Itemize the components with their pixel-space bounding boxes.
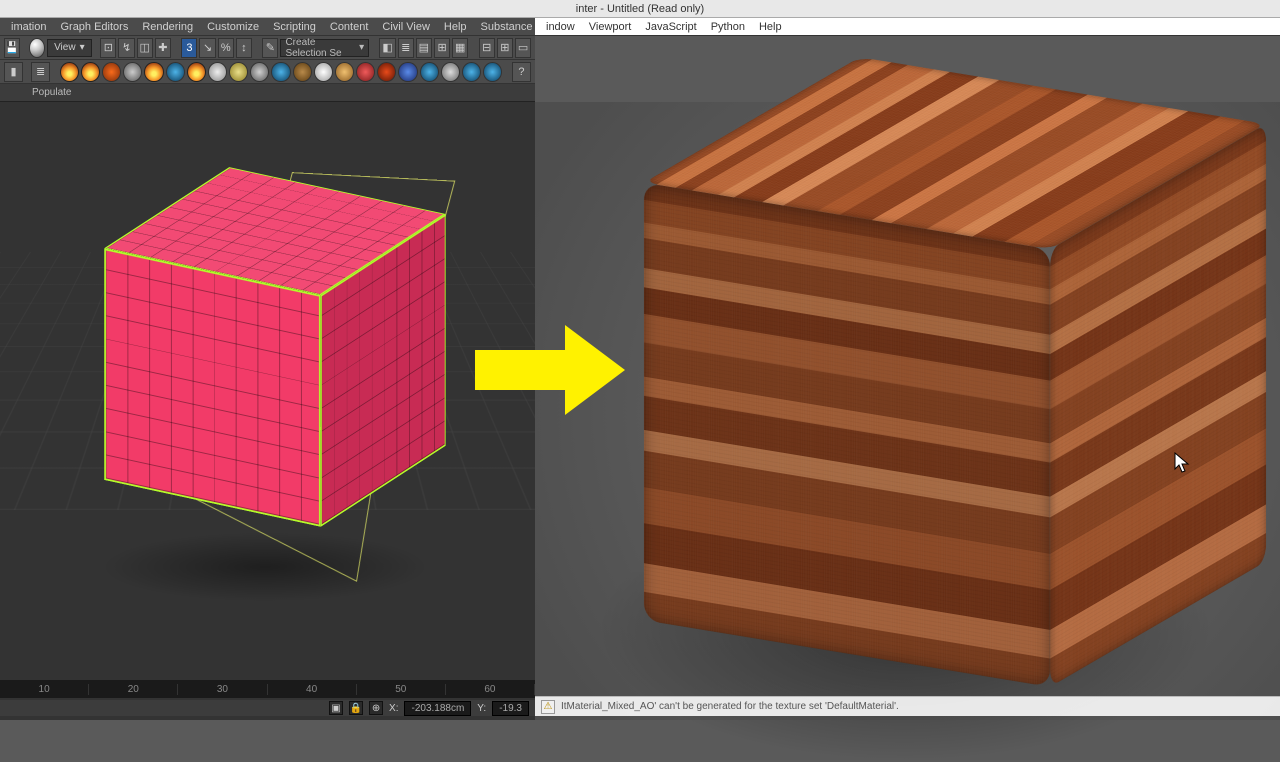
explosion-icon[interactable] — [102, 62, 121, 82]
steam-icon[interactable] — [250, 62, 269, 82]
tool-angle[interactable]: ↘ — [199, 38, 215, 58]
menubar-painter: indow Viewport JavaScript Python Help — [535, 18, 1280, 36]
view-dropdown-label: View — [54, 42, 76, 53]
menu-content[interactable]: Content — [323, 21, 376, 33]
menu-civil-view[interactable]: Civil View — [375, 21, 436, 33]
material-sphere-icon[interactable] — [29, 38, 45, 58]
water-1-icon[interactable] — [166, 62, 185, 82]
snap-icon[interactable]: ⊕ — [369, 701, 383, 715]
tick-60: 60 — [446, 684, 535, 695]
plugin-toolbar: ▮ ≣ ? — [0, 60, 535, 84]
menu-customize[interactable]: Customize — [200, 21, 266, 33]
save-icon[interactable]: 💾 — [4, 38, 20, 58]
lock-icon[interactable]: 🔒 — [349, 701, 363, 715]
menu-imation[interactable]: imation — [4, 21, 53, 33]
candle-icon[interactable] — [187, 62, 206, 82]
menu-substance[interactable]: Substance — [474, 21, 540, 33]
cube-shadow — [100, 532, 430, 602]
fire-1-icon[interactable] — [60, 62, 79, 82]
coord-y-label: Y: — [477, 703, 486, 714]
tool-edit[interactable]: ✎ — [262, 38, 278, 58]
menubar-3dsmax: imation Graph Editors Rendering Customiz… — [0, 18, 535, 36]
wood-cube[interactable] — [752, 120, 1158, 624]
view-dropdown[interactable]: View▾ — [47, 39, 92, 57]
wood-face-front — [644, 183, 1050, 687]
tick-50: 50 — [357, 684, 446, 695]
beer-icon[interactable] — [293, 62, 312, 82]
menu-scripting[interactable]: Scripting — [266, 21, 323, 33]
layout-panels-icon[interactable]: ▦ — [452, 38, 468, 58]
menu-viewport[interactable]: Viewport — [582, 21, 639, 33]
selection-set-dropdown[interactable]: Create Selection Se▾ — [280, 39, 369, 57]
menu-help[interactable]: Help — [437, 21, 474, 33]
waterfall-icon[interactable] — [462, 62, 481, 82]
ribbon-collapse-icon[interactable]: ▮ — [4, 62, 23, 82]
cube-face-front — [104, 248, 321, 527]
ribbon-tab-populate[interactable]: Populate — [32, 87, 71, 98]
layout-list1-icon[interactable]: ≣ — [398, 38, 414, 58]
wave-icon[interactable] — [483, 62, 502, 82]
menu-help-right[interactable]: Help — [752, 21, 789, 33]
foam-icon[interactable] — [441, 62, 460, 82]
coord-y-value[interactable]: -19.3 — [492, 701, 529, 716]
wireframe-cube[interactable] — [167, 208, 384, 487]
painter-status-bar: ⚠ ItMaterial_Mixed_AO' can't be generate… — [535, 696, 1280, 716]
tool-d[interactable]: ✚ — [155, 38, 171, 58]
help-icon[interactable]: ? — [512, 62, 531, 82]
menu-graph-editors[interactable]: Graph Editors — [53, 21, 135, 33]
tool-snap-3[interactable]: 3 — [181, 38, 197, 58]
layout-list2-icon[interactable]: ▤ — [416, 38, 432, 58]
tick-10: 10 — [0, 684, 89, 695]
layout-ex2-icon[interactable]: ⊞ — [497, 38, 513, 58]
dust-icon[interactable] — [229, 62, 248, 82]
fire-3-icon[interactable] — [144, 62, 163, 82]
ink-icon[interactable] — [398, 62, 417, 82]
fire-2-icon[interactable] — [81, 62, 100, 82]
warning-icon[interactable]: ⚠ — [541, 700, 555, 714]
painter-status-msg: ItMaterial_Mixed_AO' can't be generated … — [561, 701, 899, 712]
coffee-icon[interactable] — [314, 62, 333, 82]
ocean-icon[interactable] — [420, 62, 439, 82]
honey-icon[interactable] — [335, 62, 354, 82]
status-bar: ▣ 🔒 ⊕ X: -203.188cm Y: -19.3 — [0, 700, 535, 716]
smoke-icon[interactable] — [123, 62, 142, 82]
ribbon-tabs: Populate — [0, 84, 535, 102]
window-title: inter - Untitled (Read only) — [0, 0, 1280, 18]
layout-ex1-icon[interactable]: ⊟ — [479, 38, 495, 58]
tool-mirror[interactable]: ◧ — [379, 38, 395, 58]
yellow-arrow-overlay — [470, 320, 630, 420]
isolate-icon[interactable]: ▣ — [329, 701, 343, 715]
main-toolbar: 💾 View▾ ⊡ ↯ ◫ ✚ 3 ↘ % ↕ ✎ Create Selecti… — [0, 36, 535, 60]
tool-a[interactable]: ⊡ — [100, 38, 116, 58]
layout-grid-icon[interactable]: ⊞ — [434, 38, 450, 58]
liquid-1-icon[interactable] — [271, 62, 290, 82]
menu-rendering[interactable]: Rendering — [135, 21, 200, 33]
viewport-painter[interactable]: ⚠ ItMaterial_Mixed_AO' can't be generate… — [535, 102, 1280, 720]
tool-c[interactable]: ◫ — [137, 38, 153, 58]
tick-40: 40 — [268, 684, 357, 695]
tool-b[interactable]: ↯ — [118, 38, 134, 58]
paint-icon[interactable] — [356, 62, 375, 82]
plugin-list-icon[interactable]: ≣ — [31, 62, 50, 82]
tool-spinner[interactable]: ↕ — [236, 38, 252, 58]
menu-javascript[interactable]: JavaScript — [638, 21, 703, 33]
tick-30: 30 — [178, 684, 267, 695]
tool-percent[interactable]: % — [218, 38, 234, 58]
menu-python[interactable]: Python — [704, 21, 752, 33]
viewport-3dsmax[interactable]: 10 20 30 40 50 60 ▣ 🔒 ⊕ X: -203.188cm Y:… — [0, 102, 535, 720]
coord-x-label: X: — [389, 703, 398, 714]
timeline-ruler[interactable]: 10 20 30 40 50 60 — [0, 680, 535, 698]
layout-ex3-icon[interactable]: ▭ — [515, 38, 531, 58]
menu-window[interactable]: indow — [539, 21, 582, 33]
tick-20: 20 — [89, 684, 178, 695]
cloud-icon[interactable] — [208, 62, 227, 82]
blood-icon[interactable] — [377, 62, 396, 82]
mouse-cursor-icon — [1174, 452, 1190, 474]
coord-x-value[interactable]: -203.188cm — [404, 701, 471, 716]
